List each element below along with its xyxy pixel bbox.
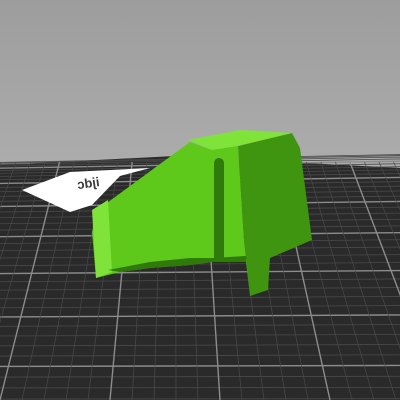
3d-viewport[interactable]: ijdc: [0, 0, 400, 400]
viewport-canvas: ijdc: [0, 0, 400, 400]
model-side-hole: [275, 213, 283, 223]
grid-line: [0, 364, 400, 368]
model-side-hole: [267, 158, 277, 170]
model-slot: [214, 158, 224, 262]
bed-logo-text: ijdc: [76, 174, 100, 192]
